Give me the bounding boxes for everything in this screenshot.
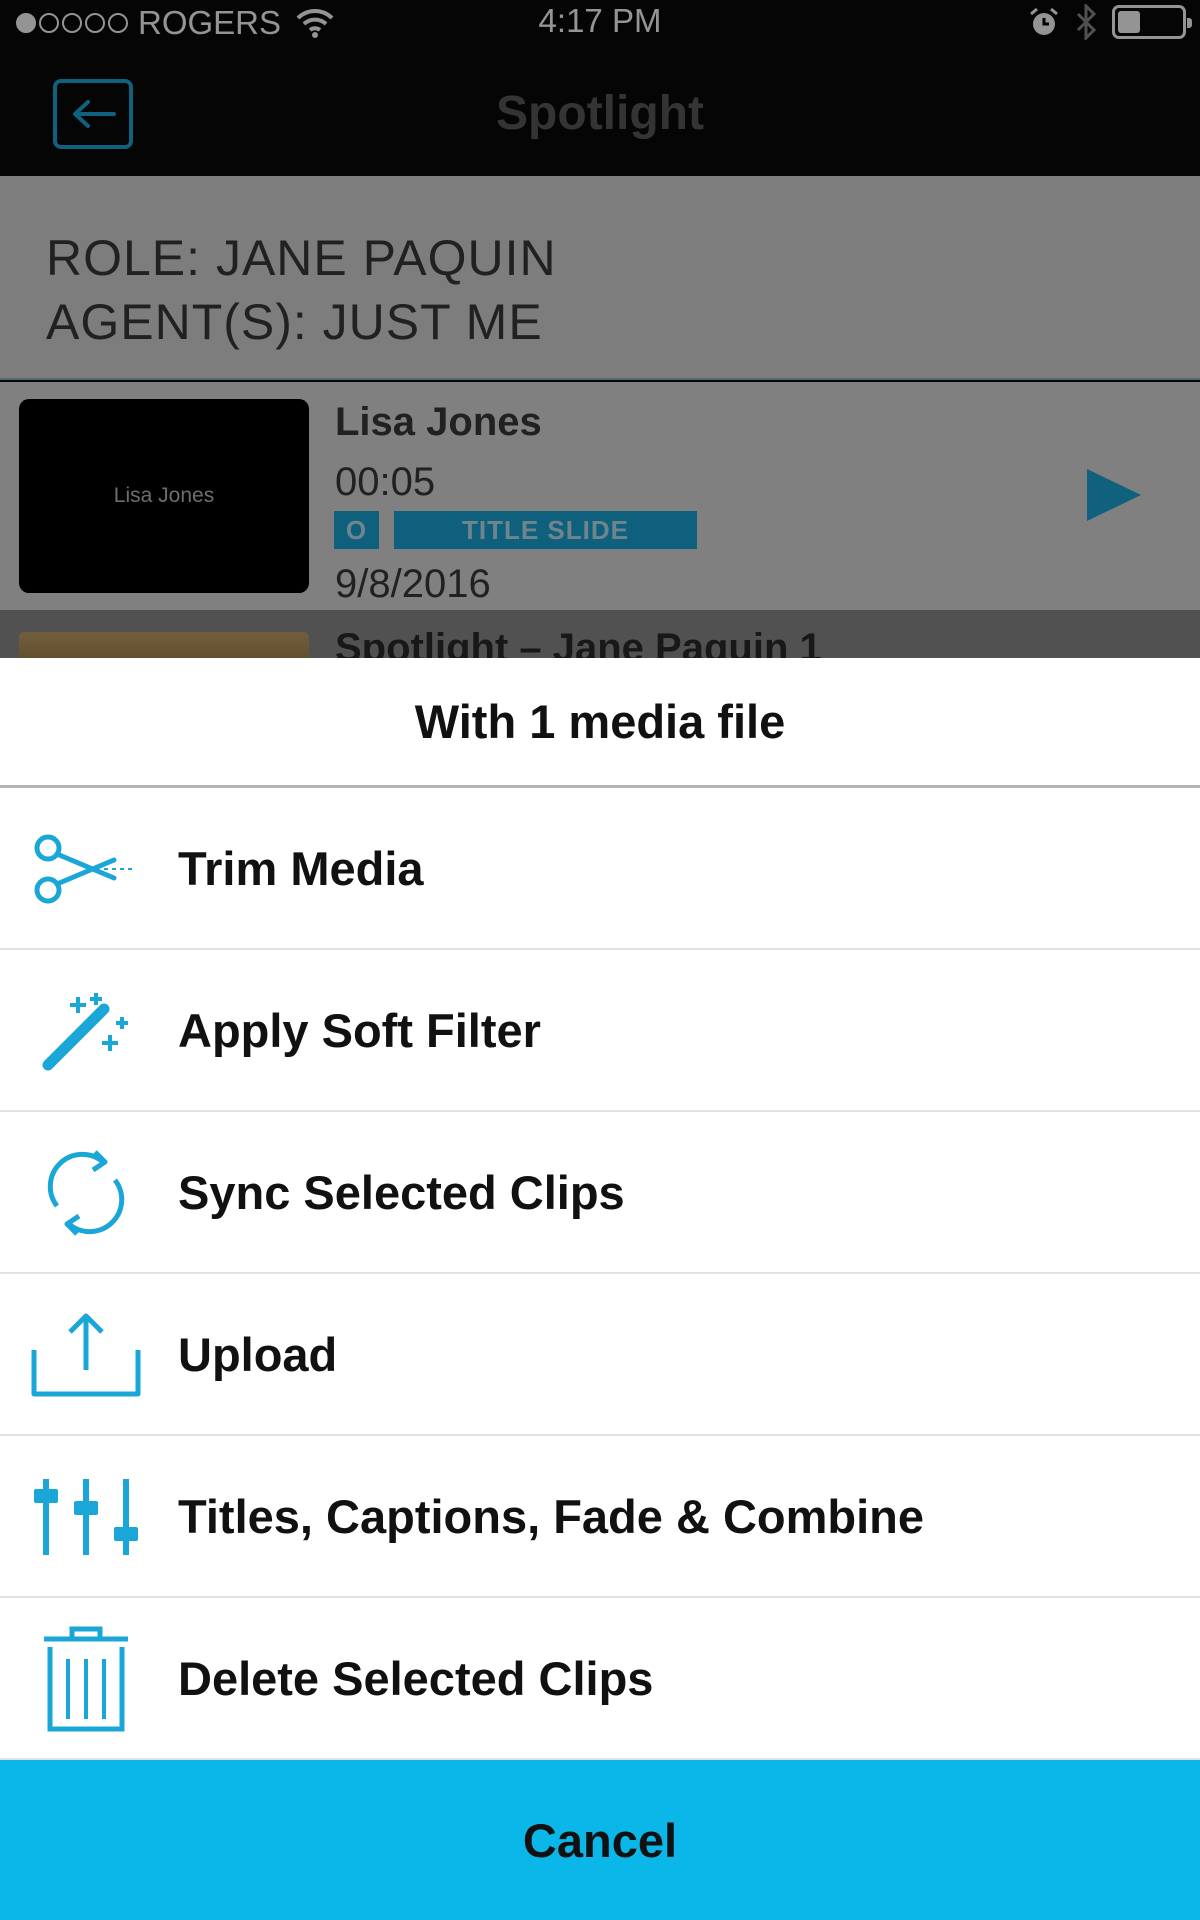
delete-selected-clips-button[interactable]: Delete Selected Clips — [0, 1598, 1200, 1760]
sync-selected-clips-label: Sync Selected Clips — [178, 1166, 625, 1219]
sliders-icon — [28, 1461, 143, 1573]
action-sheet: With 1 media file Trim Media Apply Soft … — [0, 658, 1200, 1920]
upload-icon — [28, 1299, 143, 1411]
trim-media-button[interactable]: Trim Media — [0, 788, 1200, 950]
cancel-button[interactable]: Cancel — [0, 1760, 1200, 1920]
sync-icon — [28, 1137, 143, 1249]
sync-selected-clips-button[interactable]: Sync Selected Clips — [0, 1112, 1200, 1274]
action-sheet-header: With 1 media file — [0, 658, 1200, 788]
titles-captions-label: Titles, Captions, Fade & Combine — [178, 1490, 925, 1543]
delete-selected-clips-label: Delete Selected Clips — [178, 1652, 654, 1705]
upload-label: Upload — [178, 1328, 338, 1381]
upload-button[interactable]: Upload — [0, 1274, 1200, 1436]
titles-captions-button[interactable]: Titles, Captions, Fade & Combine — [0, 1436, 1200, 1598]
trash-icon — [28, 1623, 143, 1735]
trim-media-label: Trim Media — [178, 842, 424, 895]
apply-soft-filter-label: Apply Soft Filter — [178, 1004, 541, 1057]
scissors-icon — [28, 813, 143, 925]
magic-wand-icon — [28, 975, 143, 1087]
apply-soft-filter-button[interactable]: Apply Soft Filter — [0, 950, 1200, 1112]
dim-overlay[interactable] — [0, 0, 1200, 658]
